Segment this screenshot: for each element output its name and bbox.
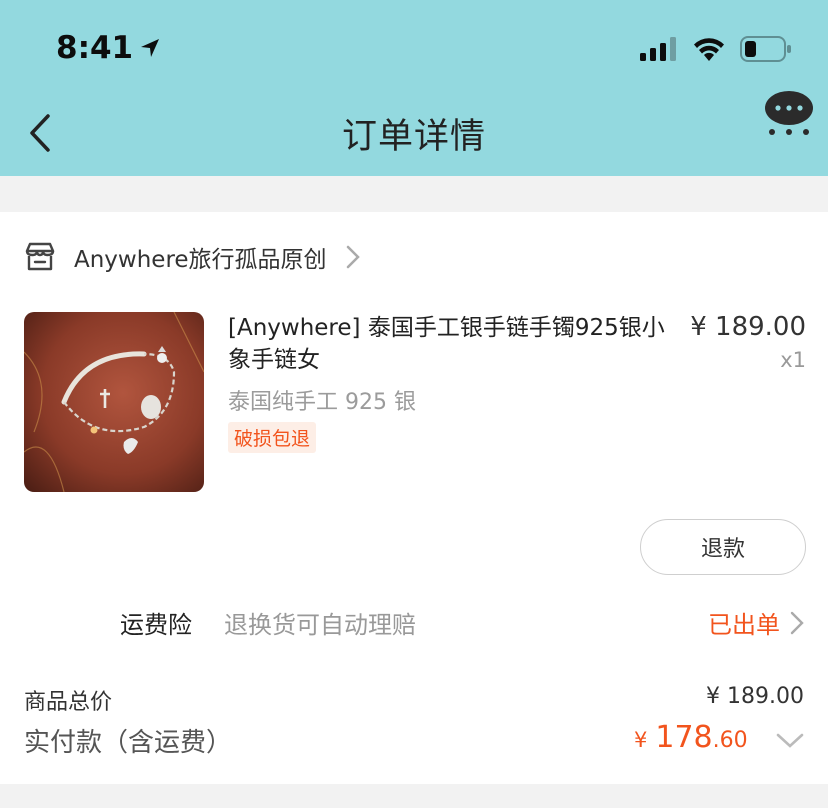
status-icons [640, 36, 792, 62]
chevron-right-icon [790, 611, 804, 634]
time-text: 8:41 [56, 30, 134, 66]
shipping-insurance-status-text: 已出单 [708, 611, 780, 639]
product-quantity: x1 [780, 348, 806, 372]
chevron-down-icon [776, 733, 804, 748]
paid-currency: ¥ [634, 728, 648, 752]
message-button[interactable] [764, 88, 814, 138]
battery-icon [740, 36, 791, 62]
store-icon [25, 242, 55, 271]
paid-amount-label: 实付款（含运费） [24, 728, 233, 758]
store-name: Anywhere旅行孤品原创 [74, 247, 327, 273]
wifi-icon [694, 38, 724, 61]
page-title: 订单详情 [341, 117, 486, 157]
shipping-insurance-desc: 退换货可自动理赔 [224, 611, 416, 639]
paid-decimal: .60 [712, 728, 748, 753]
store-row[interactable]: Anywhere旅行孤品原创 [24, 240, 361, 274]
order-card: Anywhere旅行孤品原创 [Anywhere] 泰国手工银手链手镯925银小… [0, 212, 828, 784]
chat-bubble-icon [765, 91, 813, 135]
paid-integer: 178 [655, 720, 713, 755]
cellular-signal-icon [640, 37, 676, 61]
goods-total-label: 商品总价 [24, 690, 113, 715]
product-spec: 泰国纯手工 925 银 [228, 390, 416, 415]
chevron-right-icon [346, 245, 360, 269]
nav-bar: 订单详情 [0, 91, 828, 176]
expand-button[interactable] [776, 732, 804, 754]
status-time: 8:41 [56, 30, 161, 66]
product-price: ¥ 189.00 [690, 312, 806, 342]
refund-button[interactable]: 退款 [640, 519, 806, 575]
damage-refund-badge: 破损包退 [228, 422, 317, 453]
status-bar: 8:41 [0, 0, 828, 96]
product-image[interactable] [24, 312, 204, 492]
paid-amount: ¥ 178 .60 [634, 720, 748, 755]
location-arrow-icon [141, 39, 160, 57]
goods-total-value: ¥ 189.00 [706, 684, 804, 709]
bracelet-photo [24, 312, 204, 492]
shipping-insurance-label: 运费险 [120, 611, 192, 639]
product-name[interactable]: [Anywhere] 泰国手工银手链手镯925银小象手链女 [228, 312, 668, 376]
shipping-insurance-status[interactable]: 已出单 [708, 605, 804, 640]
